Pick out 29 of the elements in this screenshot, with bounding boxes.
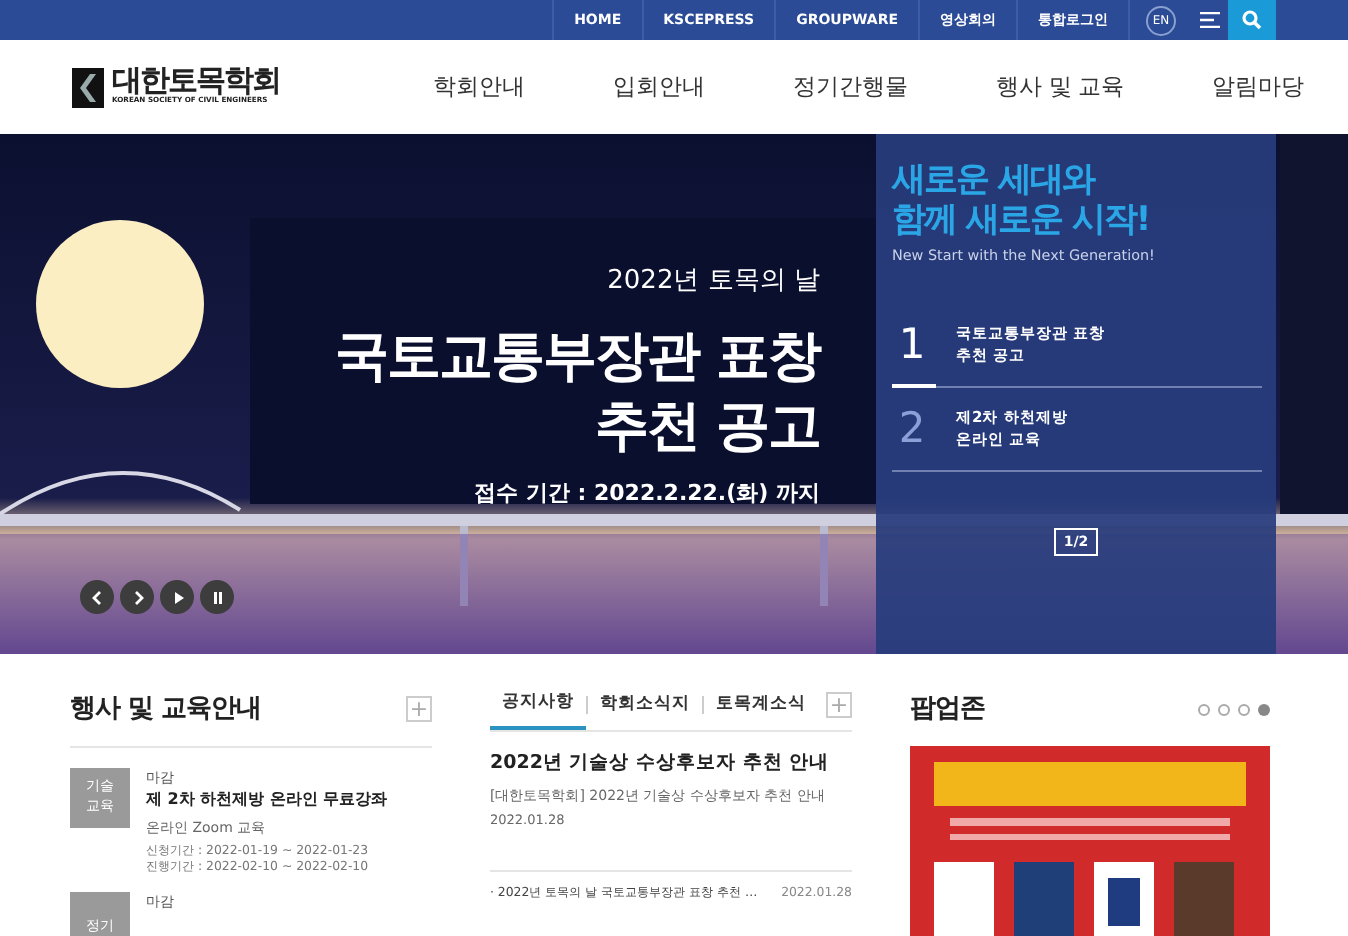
panel-title: 새로운 세대와 — [892, 162, 1097, 202]
news-title[interactable]: 2022년 기술상 수상후보자 추천 안내 — [490, 749, 852, 778]
logo-icon — [72, 67, 104, 107]
pager-dot[interactable] — [1238, 703, 1250, 716]
search-icon — [1242, 10, 1262, 30]
section-title: 팝업존 — [910, 692, 985, 728]
pager-dot[interactable] — [1218, 703, 1230, 716]
hero-kicker: 2022년 토목의 날 — [605, 264, 820, 300]
menu-icon[interactable] — [1200, 12, 1220, 28]
main-menu-item[interactable]: 정기간행물 — [749, 69, 953, 105]
panel-title: 함께 새로운 시작! — [892, 201, 1152, 241]
event-title[interactable]: 제 2차 하천제방 온라인 무료강좌 — [146, 788, 388, 812]
hero-period: 접수 기간 : 2022.2.22.(화) 까지 — [472, 477, 820, 510]
section-title: 행사 및 교육안내 — [70, 692, 262, 728]
prev-icon — [87, 587, 107, 607]
pager-dot[interactable] — [1198, 703, 1210, 716]
main-menu-item[interactable]: 입회안내 — [569, 69, 750, 105]
news-tab[interactable]: 학회소식지 — [588, 692, 702, 728]
logo-title: 대한토목학회 — [112, 66, 280, 97]
main-menu-item[interactable]: 학회안내 — [389, 69, 570, 105]
pager-dot[interactable] — [1258, 703, 1270, 716]
news-tab[interactable]: 토목계소식 — [704, 692, 818, 728]
main-menu-item[interactable]: 행사 및 교육 — [952, 69, 1168, 105]
slide-number: 1 — [896, 317, 928, 372]
slide-number: 2 — [896, 401, 928, 456]
hero-headline: 국토교통부장관 표창 — [335, 323, 820, 391]
news-tab[interactable]: 공지사항 — [490, 690, 586, 730]
main-menu-item[interactable]: 알림마당 — [1168, 69, 1348, 105]
hero-headline: 추천 공고 — [593, 393, 820, 462]
